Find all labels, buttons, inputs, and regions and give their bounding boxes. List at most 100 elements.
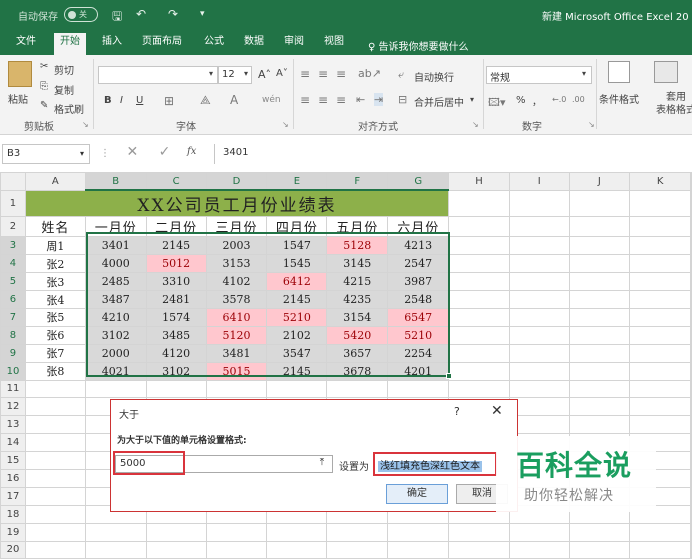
- font-size-dropdown-icon[interactable]: ▾: [244, 69, 248, 78]
- redo-icon[interactable]: ↷: [168, 7, 178, 21]
- row-header[interactable]: 1: [0, 189, 26, 218]
- cell[interactable]: [448, 254, 510, 274]
- font-launcher-icon[interactable]: ↘: [282, 120, 289, 129]
- name-cell[interactable]: 张3: [24, 272, 86, 292]
- cell[interactable]: [629, 397, 691, 417]
- cell[interactable]: [508, 272, 570, 292]
- format-as-table-button[interactable]: 套用 表格格式: [656, 91, 692, 117]
- column-header-A[interactable]: A: [24, 172, 86, 191]
- column-header-B[interactable]: B: [84, 172, 147, 192]
- column-header-J[interactable]: J: [568, 172, 631, 191]
- cell[interactable]: [568, 307, 631, 327]
- data-cell[interactable]: 2485: [84, 272, 147, 292]
- data-cell[interactable]: 2254: [387, 343, 450, 363]
- cut-button[interactable]: 剪切: [54, 62, 74, 77]
- phonetic-icon[interactable]: wén: [262, 95, 281, 105]
- cell[interactable]: [690, 254, 692, 274]
- cell[interactable]: [568, 272, 631, 292]
- data-cell[interactable]: 3578: [205, 290, 268, 309]
- customize-qat-icon[interactable]: ▾: [200, 9, 205, 19]
- format-as-table-icon[interactable]: [654, 61, 678, 83]
- font-name-input[interactable]: [98, 66, 218, 84]
- row-header[interactable]: 8: [0, 325, 26, 345]
- merge-center-icon[interactable]: ⊟: [398, 93, 407, 106]
- italic-button[interactable]: I: [120, 95, 123, 106]
- cell[interactable]: [508, 307, 570, 327]
- data-cell[interactable]: 3310: [145, 272, 207, 292]
- cell[interactable]: [629, 216, 691, 238]
- undo-icon[interactable]: ↶: [136, 7, 146, 21]
- cell[interactable]: [448, 236, 510, 256]
- cell[interactable]: [24, 379, 86, 399]
- cell[interactable]: [24, 468, 86, 488]
- cell[interactable]: [629, 522, 691, 542]
- tab-file[interactable]: 文件: [10, 35, 42, 55]
- column-header-F[interactable]: F: [326, 172, 389, 192]
- cell[interactable]: [508, 415, 570, 435]
- cell[interactable]: [24, 504, 86, 524]
- cell[interactable]: [326, 522, 389, 542]
- align-top-icon[interactable]: ≡: [300, 67, 310, 81]
- row-header[interactable]: 19: [0, 522, 26, 542]
- cell[interactable]: [690, 397, 692, 417]
- cell[interactable]: [690, 468, 692, 488]
- data-cell[interactable]: 3401: [84, 236, 147, 256]
- cell[interactable]: [205, 379, 268, 399]
- decrease-decimal-icon[interactable]: .00: [572, 95, 585, 104]
- cell[interactable]: [508, 236, 570, 256]
- autosave-toggle[interactable]: 关: [64, 7, 98, 22]
- row-header[interactable]: 10: [0, 361, 26, 381]
- cell[interactable]: [387, 522, 450, 542]
- tab-view[interactable]: 视图: [318, 35, 350, 55]
- data-cell[interactable]: 5420: [326, 325, 389, 345]
- data-cell[interactable]: 3487: [84, 290, 147, 309]
- cell[interactable]: [448, 325, 510, 345]
- ok-button[interactable]: 确定: [386, 484, 448, 504]
- save-icon[interactable]: 🖫: [112, 7, 122, 28]
- data-cell[interactable]: 1574: [145, 307, 207, 327]
- name-cell[interactable]: 张6: [24, 325, 86, 345]
- cancel-icon[interactable]: ✕: [126, 144, 138, 160]
- cell[interactable]: [568, 216, 631, 238]
- row-header[interactable]: 9: [0, 343, 26, 363]
- name-box-dropdown-icon[interactable]: ▾: [80, 149, 84, 158]
- select-all-corner[interactable]: [0, 172, 26, 191]
- help-button[interactable]: ?: [454, 405, 460, 418]
- row-header[interactable]: 6: [0, 290, 26, 309]
- cell[interactable]: [84, 540, 147, 559]
- data-cell[interactable]: 1547: [266, 236, 328, 256]
- name-cell[interactable]: 张2: [24, 254, 86, 274]
- column-header-E[interactable]: E: [266, 172, 328, 192]
- name-cell[interactable]: 周1: [24, 236, 86, 256]
- data-cell[interactable]: 3987: [387, 272, 450, 292]
- data-cell[interactable]: 6412: [266, 272, 328, 292]
- cell[interactable]: [568, 379, 631, 399]
- data-cell[interactable]: 3145: [326, 254, 389, 274]
- underline-button[interactable]: U: [136, 95, 143, 106]
- data-cell[interactable]: 2000: [84, 343, 147, 363]
- cell[interactable]: [629, 379, 691, 399]
- fill-handle[interactable]: [446, 373, 452, 379]
- cell[interactable]: [629, 272, 691, 292]
- insert-function-icon[interactable]: fx: [187, 146, 196, 157]
- column-header-K[interactable]: K: [629, 172, 691, 191]
- name-cell[interactable]: 张4: [24, 290, 86, 309]
- data-cell[interactable]: 3153: [205, 254, 268, 274]
- name-cell[interactable]: 张8: [24, 361, 86, 381]
- data-cell[interactable]: 3678: [326, 361, 389, 381]
- cell[interactable]: [508, 189, 570, 218]
- paste-icon[interactable]: [8, 61, 32, 87]
- cell[interactable]: [690, 290, 692, 309]
- cell[interactable]: [387, 379, 450, 399]
- row-header[interactable]: 5: [0, 272, 26, 292]
- data-cell[interactable]: 3657: [326, 343, 389, 363]
- cell[interactable]: [266, 540, 328, 559]
- cell[interactable]: [24, 415, 86, 435]
- data-cell[interactable]: 4215: [326, 272, 389, 292]
- row-header[interactable]: 4: [0, 254, 26, 274]
- tab-insert[interactable]: 插入: [96, 35, 128, 55]
- cell[interactable]: [24, 433, 86, 453]
- cell[interactable]: [326, 540, 389, 559]
- formula-input[interactable]: 3401: [214, 144, 690, 164]
- cell[interactable]: [690, 540, 692, 559]
